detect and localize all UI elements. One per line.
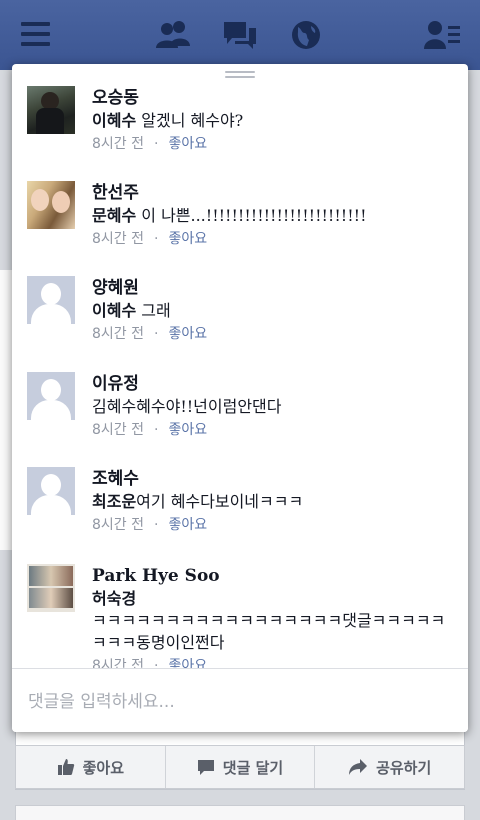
profile-menu-icon[interactable] — [424, 18, 460, 52]
comment-author[interactable]: 조혜수 — [92, 467, 452, 491]
avatar[interactable] — [27, 564, 75, 612]
comment-message: 김혜수혜수야!!넌이럼안댄다 — [92, 397, 282, 416]
share-button[interactable]: 공유하기 — [315, 746, 464, 788]
comment-like-link[interactable]: 좋아요 — [168, 422, 207, 438]
comment-like-link[interactable]: 좋아요 — [168, 658, 207, 668]
comment-like-link[interactable]: 좋아요 — [168, 231, 207, 247]
comment-time: 8시간 전 — [92, 517, 144, 533]
comment-meta: 8시간 전 · 좋아요 — [92, 422, 208, 438]
messages-icon[interactable] — [222, 18, 256, 52]
comment-time: 8시간 전 — [92, 422, 144, 438]
comments-panel: 오승동 이혜수 알겠니 혜수야? 8시간 전 · 좋아요 한선주 문혜수 이 나쁜.… — [12, 64, 468, 732]
thumbs-up-icon — [57, 759, 74, 775]
comment-input-row — [12, 668, 468, 732]
comment-text: 이혜수 그래 — [92, 300, 452, 322]
tagged-name[interactable]: 문혜수 — [92, 206, 136, 225]
comment-like-link[interactable]: 좋아요 — [168, 517, 207, 533]
comment-input[interactable] — [28, 687, 448, 717]
comments-list[interactable]: 오승동 이혜수 알겠니 혜수야? 8시간 전 · 좋아요 한선주 문혜수 이 나쁜.… — [12, 80, 468, 668]
avatar[interactable] — [27, 181, 75, 229]
comment-meta: 8시간 전 · 좋아요 — [92, 231, 208, 247]
comment-like-link[interactable]: 좋아요 — [168, 136, 207, 152]
default-avatar-icon[interactable] — [27, 467, 75, 515]
comment-text: 이혜수 알겠니 혜수야? — [92, 110, 452, 132]
like-button[interactable]: 좋아요 — [16, 746, 166, 788]
comment-text: 문혜수 이 나쁜...!!!!!!!!!!!!!!!!!!!!!!!!! — [92, 205, 452, 227]
comment-text: 김혜수혜수야!!넌이럼안댄다 — [92, 396, 452, 418]
panel-drag-handle[interactable] — [225, 71, 255, 79]
comment-author[interactable]: Park Hye Soo — [92, 564, 452, 588]
comment-time: 8시간 전 — [92, 326, 144, 342]
like-button-label: 좋아요 — [82, 758, 125, 777]
comment-message: 그래 — [136, 301, 171, 320]
comment-meta: 8시간 전 · 좋아요 — [92, 136, 208, 152]
comment-author[interactable]: 이유정 — [92, 372, 452, 396]
share-arrow-icon — [349, 759, 368, 775]
comment-time: 8시간 전 — [92, 231, 144, 247]
next-feed-card — [15, 805, 465, 820]
friends-icon[interactable] — [155, 18, 190, 52]
tagged-name[interactable]: 허숙경 — [92, 589, 136, 608]
default-avatar-icon[interactable] — [27, 276, 75, 324]
share-button-label: 공유하기 — [376, 758, 432, 777]
avatar[interactable] — [27, 86, 75, 134]
default-avatar-icon[interactable] — [27, 372, 75, 420]
comment-message: ㅋㅋㅋㅋㅋㅋㅋㅋㅋㅋㅋㅋㅋㅋㅋㅋㅋ댓글ㅋㅋㅋㅋㅋㅋㅋㅋ동명이인쩐다 — [92, 611, 446, 652]
comment-message: 여기 혜수다보이네ㅋㅋㅋ — [136, 492, 304, 511]
comment-meta: 8시간 전 · 좋아요 — [92, 326, 208, 342]
comment-icon — [197, 760, 214, 775]
menu-icon[interactable] — [21, 18, 55, 52]
globe-icon[interactable] — [289, 18, 323, 52]
comment-message: 알겠니 혜수야? — [136, 111, 244, 130]
comment-time: 8시간 전 — [92, 136, 144, 152]
comment-author[interactable]: 오승동 — [92, 86, 452, 110]
comment-button-label: 댓글 달기 — [222, 758, 284, 777]
comment-meta: 8시간 전 · 좋아요 — [92, 654, 452, 668]
comment-meta: 8시간 전 · 좋아요 — [92, 517, 208, 533]
comment-time: 8시간 전 — [92, 658, 144, 668]
comment-text: 최조운여기 혜수다보이네ㅋㅋㅋ — [92, 491, 452, 513]
tagged-name[interactable]: 이혜수 — [92, 111, 136, 130]
tagged-name[interactable]: 이혜수 — [92, 301, 136, 320]
comment-like-link[interactable]: 좋아요 — [168, 326, 207, 342]
comment-author[interactable]: 한선주 — [92, 181, 452, 205]
top-nav-bar — [0, 0, 480, 70]
comment-button[interactable]: 댓글 달기 — [166, 746, 316, 788]
comment-text: 허숙경 ㅋㅋㅋㅋㅋㅋㅋㅋㅋㅋㅋㅋㅋㅋㅋㅋㅋ댓글ㅋㅋㅋㅋㅋㅋㅋㅋ동명이인쩐다 — [92, 588, 452, 654]
tagged-name[interactable]: 최조운 — [92, 492, 136, 511]
comment-message: 이 나쁜...!!!!!!!!!!!!!!!!!!!!!!!!! — [136, 206, 367, 225]
post-action-bar: 좋아요 댓글 달기 공유하기 — [15, 745, 465, 789]
comment-author[interactable]: 양혜원 — [92, 276, 452, 300]
